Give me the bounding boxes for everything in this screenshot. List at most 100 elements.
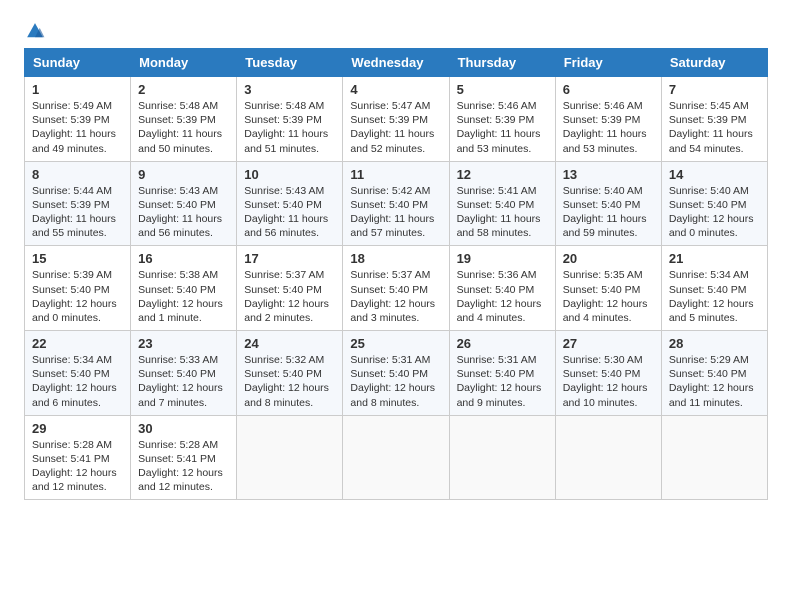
day-number: 16 [138, 251, 229, 266]
page-header [24, 20, 768, 42]
day-cell: 22 Sunrise: 5:34 AMSunset: 5:40 PMDaylig… [25, 331, 131, 416]
day-cell: 30 Sunrise: 5:28 AMSunset: 5:41 PMDaylig… [131, 415, 237, 500]
day-cell [661, 415, 767, 500]
day-info: Sunrise: 5:35 AMSunset: 5:40 PMDaylight:… [563, 269, 648, 324]
day-cell: 29 Sunrise: 5:28 AMSunset: 5:41 PMDaylig… [25, 415, 131, 500]
day-cell: 27 Sunrise: 5:30 AMSunset: 5:40 PMDaylig… [555, 331, 661, 416]
day-cell: 18 Sunrise: 5:37 AMSunset: 5:40 PMDaylig… [343, 246, 449, 331]
weekday-header-row: SundayMondayTuesdayWednesdayThursdayFrid… [25, 49, 768, 77]
calendar-table: SundayMondayTuesdayWednesdayThursdayFrid… [24, 48, 768, 500]
day-cell: 16 Sunrise: 5:38 AMSunset: 5:40 PMDaylig… [131, 246, 237, 331]
day-number: 29 [32, 421, 123, 436]
day-number: 2 [138, 82, 229, 97]
day-cell: 1 Sunrise: 5:49 AMSunset: 5:39 PMDayligh… [25, 77, 131, 162]
logo-icon [24, 20, 46, 42]
day-cell: 8 Sunrise: 5:44 AMSunset: 5:39 PMDayligh… [25, 161, 131, 246]
day-cell: 14 Sunrise: 5:40 AMSunset: 5:40 PMDaylig… [661, 161, 767, 246]
weekday-header-tuesday: Tuesday [237, 49, 343, 77]
day-number: 22 [32, 336, 123, 351]
day-info: Sunrise: 5:37 AMSunset: 5:40 PMDaylight:… [350, 269, 435, 324]
day-info: Sunrise: 5:30 AMSunset: 5:40 PMDaylight:… [563, 354, 648, 409]
weekday-header-friday: Friday [555, 49, 661, 77]
day-cell: 15 Sunrise: 5:39 AMSunset: 5:40 PMDaylig… [25, 246, 131, 331]
day-cell: 24 Sunrise: 5:32 AMSunset: 5:40 PMDaylig… [237, 331, 343, 416]
day-number: 1 [32, 82, 123, 97]
day-number: 4 [350, 82, 441, 97]
day-info: Sunrise: 5:44 AMSunset: 5:39 PMDaylight:… [32, 185, 116, 240]
day-cell: 20 Sunrise: 5:35 AMSunset: 5:40 PMDaylig… [555, 246, 661, 331]
day-info: Sunrise: 5:34 AMSunset: 5:40 PMDaylight:… [669, 269, 754, 324]
day-info: Sunrise: 5:42 AMSunset: 5:40 PMDaylight:… [350, 185, 434, 240]
day-info: Sunrise: 5:31 AMSunset: 5:40 PMDaylight:… [350, 354, 435, 409]
day-number: 9 [138, 167, 229, 182]
day-info: Sunrise: 5:36 AMSunset: 5:40 PMDaylight:… [457, 269, 542, 324]
day-cell: 6 Sunrise: 5:46 AMSunset: 5:39 PMDayligh… [555, 77, 661, 162]
day-info: Sunrise: 5:38 AMSunset: 5:40 PMDaylight:… [138, 269, 223, 324]
weekday-header-monday: Monday [131, 49, 237, 77]
day-cell: 17 Sunrise: 5:37 AMSunset: 5:40 PMDaylig… [237, 246, 343, 331]
weekday-header-saturday: Saturday [661, 49, 767, 77]
day-number: 14 [669, 167, 760, 182]
day-number: 12 [457, 167, 548, 182]
day-cell: 2 Sunrise: 5:48 AMSunset: 5:39 PMDayligh… [131, 77, 237, 162]
day-info: Sunrise: 5:41 AMSunset: 5:40 PMDaylight:… [457, 185, 541, 240]
day-info: Sunrise: 5:48 AMSunset: 5:39 PMDaylight:… [244, 100, 328, 155]
logo [24, 20, 46, 42]
weekday-header-sunday: Sunday [25, 49, 131, 77]
day-number: 18 [350, 251, 441, 266]
day-number: 7 [669, 82, 760, 97]
day-info: Sunrise: 5:47 AMSunset: 5:39 PMDaylight:… [350, 100, 434, 155]
day-number: 28 [669, 336, 760, 351]
day-info: Sunrise: 5:43 AMSunset: 5:40 PMDaylight:… [244, 185, 328, 240]
day-cell: 7 Sunrise: 5:45 AMSunset: 5:39 PMDayligh… [661, 77, 767, 162]
day-cell: 12 Sunrise: 5:41 AMSunset: 5:40 PMDaylig… [449, 161, 555, 246]
day-cell [555, 415, 661, 500]
day-info: Sunrise: 5:31 AMSunset: 5:40 PMDaylight:… [457, 354, 542, 409]
day-cell: 4 Sunrise: 5:47 AMSunset: 5:39 PMDayligh… [343, 77, 449, 162]
week-row-2: 8 Sunrise: 5:44 AMSunset: 5:39 PMDayligh… [25, 161, 768, 246]
weekday-header-thursday: Thursday [449, 49, 555, 77]
day-number: 6 [563, 82, 654, 97]
day-number: 20 [563, 251, 654, 266]
day-info: Sunrise: 5:49 AMSunset: 5:39 PMDaylight:… [32, 100, 116, 155]
day-info: Sunrise: 5:46 AMSunset: 5:39 PMDaylight:… [563, 100, 647, 155]
day-cell: 9 Sunrise: 5:43 AMSunset: 5:40 PMDayligh… [131, 161, 237, 246]
day-info: Sunrise: 5:46 AMSunset: 5:39 PMDaylight:… [457, 100, 541, 155]
day-number: 3 [244, 82, 335, 97]
day-info: Sunrise: 5:39 AMSunset: 5:40 PMDaylight:… [32, 269, 117, 324]
day-number: 24 [244, 336, 335, 351]
day-cell: 10 Sunrise: 5:43 AMSunset: 5:40 PMDaylig… [237, 161, 343, 246]
day-number: 30 [138, 421, 229, 436]
day-number: 10 [244, 167, 335, 182]
day-cell: 11 Sunrise: 5:42 AMSunset: 5:40 PMDaylig… [343, 161, 449, 246]
week-row-4: 22 Sunrise: 5:34 AMSunset: 5:40 PMDaylig… [25, 331, 768, 416]
day-info: Sunrise: 5:43 AMSunset: 5:40 PMDaylight:… [138, 185, 222, 240]
day-cell: 3 Sunrise: 5:48 AMSunset: 5:39 PMDayligh… [237, 77, 343, 162]
day-number: 13 [563, 167, 654, 182]
day-number: 11 [350, 167, 441, 182]
day-number: 21 [669, 251, 760, 266]
day-cell: 26 Sunrise: 5:31 AMSunset: 5:40 PMDaylig… [449, 331, 555, 416]
week-row-5: 29 Sunrise: 5:28 AMSunset: 5:41 PMDaylig… [25, 415, 768, 500]
day-info: Sunrise: 5:37 AMSunset: 5:40 PMDaylight:… [244, 269, 329, 324]
day-cell [343, 415, 449, 500]
day-info: Sunrise: 5:28 AMSunset: 5:41 PMDaylight:… [138, 439, 223, 494]
day-cell: 19 Sunrise: 5:36 AMSunset: 5:40 PMDaylig… [449, 246, 555, 331]
day-info: Sunrise: 5:40 AMSunset: 5:40 PMDaylight:… [669, 185, 754, 240]
day-info: Sunrise: 5:40 AMSunset: 5:40 PMDaylight:… [563, 185, 647, 240]
day-info: Sunrise: 5:28 AMSunset: 5:41 PMDaylight:… [32, 439, 117, 494]
day-cell: 5 Sunrise: 5:46 AMSunset: 5:39 PMDayligh… [449, 77, 555, 162]
day-number: 5 [457, 82, 548, 97]
day-info: Sunrise: 5:32 AMSunset: 5:40 PMDaylight:… [244, 354, 329, 409]
day-cell: 28 Sunrise: 5:29 AMSunset: 5:40 PMDaylig… [661, 331, 767, 416]
day-info: Sunrise: 5:34 AMSunset: 5:40 PMDaylight:… [32, 354, 117, 409]
day-number: 15 [32, 251, 123, 266]
day-cell: 23 Sunrise: 5:33 AMSunset: 5:40 PMDaylig… [131, 331, 237, 416]
day-number: 8 [32, 167, 123, 182]
week-row-3: 15 Sunrise: 5:39 AMSunset: 5:40 PMDaylig… [25, 246, 768, 331]
day-number: 19 [457, 251, 548, 266]
day-info: Sunrise: 5:33 AMSunset: 5:40 PMDaylight:… [138, 354, 223, 409]
day-cell: 25 Sunrise: 5:31 AMSunset: 5:40 PMDaylig… [343, 331, 449, 416]
day-info: Sunrise: 5:45 AMSunset: 5:39 PMDaylight:… [669, 100, 753, 155]
day-number: 17 [244, 251, 335, 266]
